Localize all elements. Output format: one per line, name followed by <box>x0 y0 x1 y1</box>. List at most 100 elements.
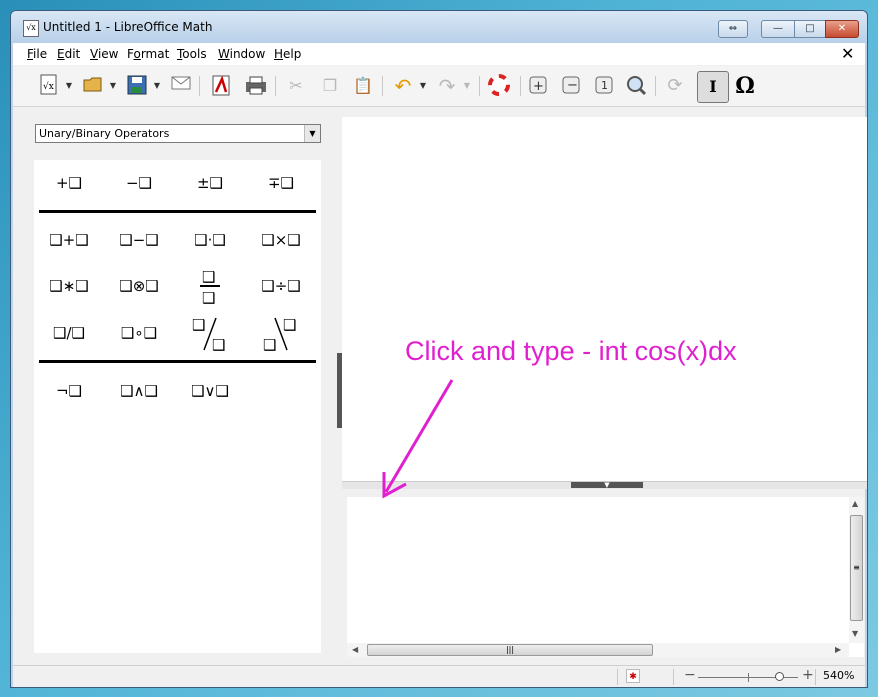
zoom-slider-thumb[interactable] <box>775 672 784 681</box>
close-window-button[interactable]: ✕ <box>825 20 859 38</box>
logical-not-element[interactable]: ¬❑ <box>39 373 99 409</box>
save-icon[interactable] <box>125 74 149 98</box>
close-document-icon[interactable]: ✕ <box>841 44 854 63</box>
paste-icon[interactable]: 📋 <box>351 74 375 98</box>
standard-toolbar: √x ▼ ▼ ▼ ✂ ❐ 📋 ↶ ▼ ↷ ▼ + − 1 ⟳ I Ω <box>13 66 865 107</box>
redo-dropdown-icon[interactable]: ▼ <box>463 74 471 98</box>
svg-text:❑: ❑ <box>202 289 215 306</box>
svg-text:√x: √x <box>43 81 54 92</box>
formula-cursor-icon[interactable]: I <box>697 71 729 103</box>
palette-divider <box>39 360 316 363</box>
plus-minus-element[interactable]: ±❑ <box>180 165 240 201</box>
circled-times-element[interactable]: ❑⊗❑ <box>109 268 169 304</box>
zoom-out-icon[interactable]: − <box>559 74 583 98</box>
dot-product-element[interactable]: ❑·❑ <box>180 222 240 258</box>
wide-backslash-element[interactable]: ❑ ❑ <box>251 310 311 356</box>
unary-minus-element[interactable]: −❑ <box>109 165 169 201</box>
toolbar-separator <box>479 76 480 96</box>
menu-edit[interactable]: Edit <box>57 47 80 61</box>
window-title: Untitled 1 - LibreOffice Math <box>43 20 213 34</box>
palette-divider <box>39 210 316 213</box>
zoom-out-slider-button[interactable]: − <box>684 667 696 683</box>
svg-text:❑: ❑ <box>212 336 225 354</box>
toolbar-separator <box>275 76 276 96</box>
menu-help[interactable]: Help <box>274 47 301 61</box>
tutorial-arrow-icon <box>382 379 454 499</box>
slash-element[interactable]: ❑/❑ <box>39 315 99 351</box>
symbols-omega-icon[interactable]: Ω <box>733 74 757 98</box>
formula-command-input[interactable] <box>347 497 847 643</box>
pdf-export-icon[interactable] <box>209 74 233 98</box>
elements-panel: Unary/Binary Operators ▼ +❑ −❑ ±❑ ∓❑ ❑+❑… <box>31 119 323 655</box>
splitter-grip-icon[interactable]: ▼ <box>571 482 643 489</box>
horizontal-scroll-thumb[interactable]: ||| <box>367 644 653 656</box>
minus-plus-element[interactable]: ∓❑ <box>251 165 311 201</box>
scroll-up-icon[interactable]: ▲ <box>852 499 858 508</box>
undo-icon[interactable]: ↶ <box>391 74 415 98</box>
minimize-button[interactable]: — <box>761 20 795 38</box>
zoom-100-icon[interactable]: 1 <box>592 74 616 98</box>
menu-format[interactable]: Format <box>127 47 169 61</box>
svg-text:❑: ❑ <box>202 268 215 286</box>
zoom-percentage[interactable]: 540% <box>823 669 854 682</box>
toolbar-separator <box>382 76 383 96</box>
title-bar[interactable]: √x Untitled 1 - LibreOffice Math ⇔ — □ ✕ <box>11 11 867 43</box>
status-bar: ✱ − + 540% <box>13 665 865 687</box>
tutorial-annotation-text: Click and type - int cos(x)dx <box>405 336 737 366</box>
status-separator <box>617 669 618 685</box>
new-dropdown-icon[interactable]: ▼ <box>65 74 73 98</box>
chevron-down-icon[interactable]: ▼ <box>304 125 320 142</box>
maximize-button[interactable]: □ <box>794 20 826 38</box>
horizontal-scrollbar[interactable]: ◀ ||| ▶ <box>347 643 849 657</box>
unary-plus-element[interactable]: +❑ <box>39 165 99 201</box>
command-window: ▲ ≡ ▼ ◀ ||| ▶ <box>347 497 864 657</box>
svg-text:❑: ❑ <box>192 316 205 334</box>
fraction-element[interactable]: ❑ ❑ <box>180 266 240 307</box>
scroll-left-icon[interactable]: ◀ <box>352 645 358 654</box>
open-dropdown-icon[interactable]: ▼ <box>109 74 117 98</box>
status-separator <box>673 669 674 685</box>
switch-window-button[interactable]: ⇔ <box>718 20 748 38</box>
category-value: Unary/Binary Operators <box>39 127 170 140</box>
print-icon[interactable] <box>244 74 268 98</box>
new-document-icon[interactable]: √x <box>37 74 61 98</box>
operator-palette: +❑ −❑ ±❑ ∓❑ ❑+❑ ❑−❑ ❑·❑ ❑×❑ ❑∗❑ ❑⊗❑ ❑ ❑ ❑… <box>34 160 321 653</box>
logical-or-element[interactable]: ❑∨❑ <box>180 373 240 409</box>
multiplication-element[interactable]: ❑×❑ <box>251 222 311 258</box>
addition-element[interactable]: ❑+❑ <box>39 222 99 258</box>
update-icon[interactable]: ⟳ <box>663 74 687 98</box>
asterisk-element[interactable]: ❑∗❑ <box>39 268 99 304</box>
vertical-scrollbar[interactable]: ▲ ≡ ▼ <box>849 497 864 643</box>
menu-file[interactable]: File <box>27 47 47 61</box>
scroll-right-icon[interactable]: ▶ <box>835 645 841 654</box>
toolbar-separator <box>655 76 656 96</box>
vertical-scroll-thumb[interactable]: ≡ <box>850 515 863 621</box>
subtraction-element[interactable]: ❑−❑ <box>109 222 169 258</box>
circle-operator-element[interactable]: ❑∘❑ <box>109 315 169 351</box>
svg-text:❑: ❑ <box>263 336 276 354</box>
open-icon[interactable] <box>81 74 105 98</box>
division-element[interactable]: ❑÷❑ <box>251 268 311 304</box>
zoom-slider-center-mark <box>748 673 749 682</box>
zoom-in-icon[interactable]: + <box>526 74 550 98</box>
undo-dropdown-icon[interactable]: ▼ <box>419 74 427 98</box>
menu-tools[interactable]: Tools <box>177 47 207 61</box>
cut-icon[interactable]: ✂ <box>284 74 308 98</box>
status-separator <box>815 669 816 685</box>
help-lifebuoy-icon[interactable] <box>487 74 511 98</box>
show-all-icon[interactable] <box>624 74 648 98</box>
category-dropdown[interactable]: Unary/Binary Operators ▼ <box>35 124 321 143</box>
math-app-icon: √x <box>23 20 39 37</box>
copy-icon[interactable]: ❐ <box>318 74 342 98</box>
menu-view[interactable]: View <box>90 47 118 61</box>
logical-and-element[interactable]: ❑∧❑ <box>109 373 169 409</box>
wide-slash-element[interactable]: ❑ ❑ <box>180 310 240 356</box>
svg-text:+: + <box>533 79 544 94</box>
menu-window[interactable]: Window <box>218 47 265 61</box>
document-modified-icon[interactable]: ✱ <box>626 669 640 683</box>
email-icon[interactable] <box>169 74 193 98</box>
scroll-down-icon[interactable]: ▼ <box>852 629 858 638</box>
save-dropdown-icon[interactable]: ▼ <box>153 74 161 98</box>
zoom-in-slider-button[interactable]: + <box>802 667 814 683</box>
redo-icon[interactable]: ↷ <box>435 74 459 98</box>
